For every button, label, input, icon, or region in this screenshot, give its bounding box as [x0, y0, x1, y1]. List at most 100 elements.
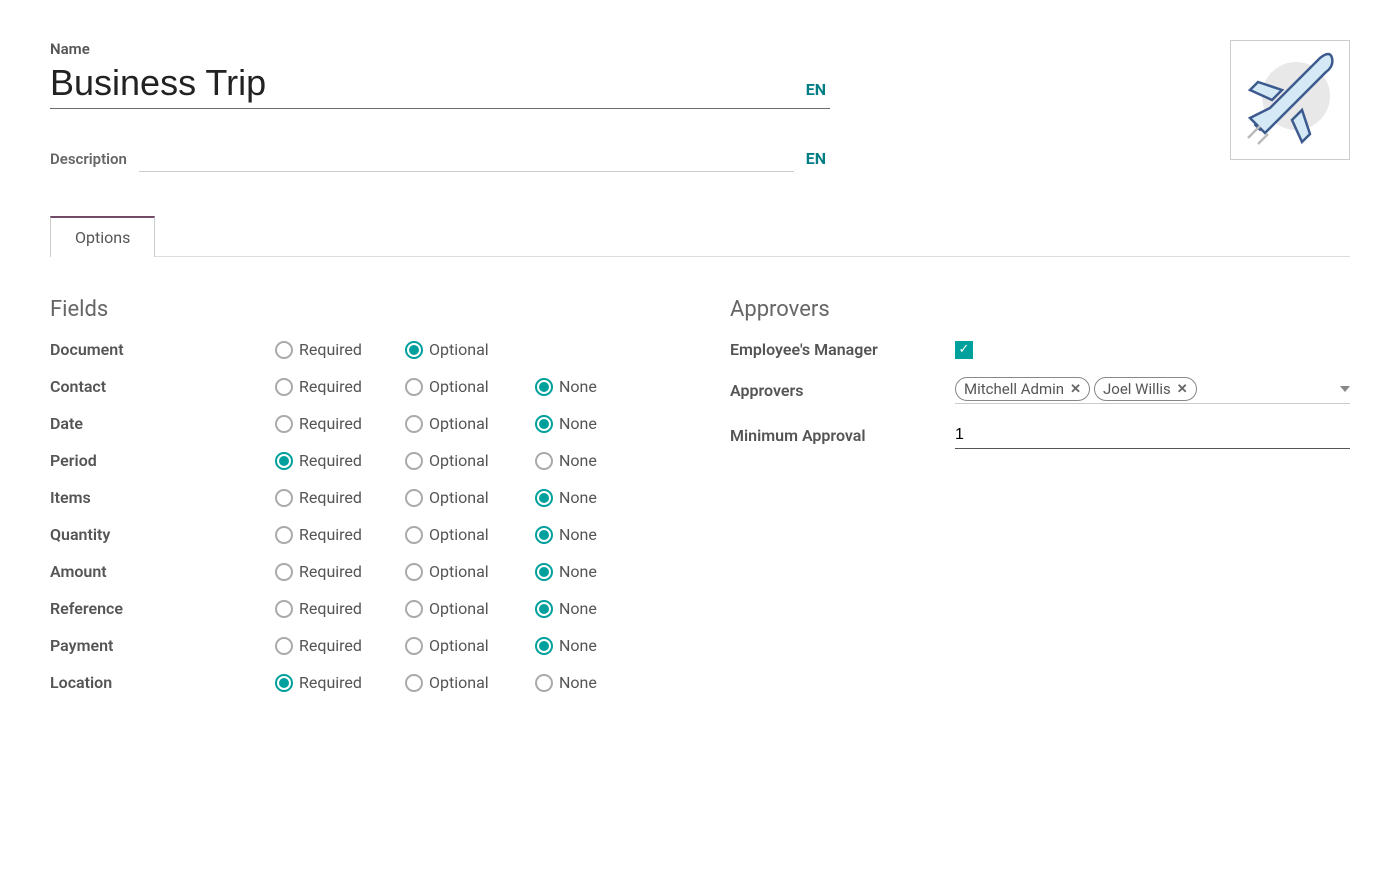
tabs: Options	[50, 216, 1350, 257]
radio-required[interactable]: Required	[275, 340, 395, 359]
radio-circle-icon	[405, 563, 423, 581]
radio-label: Required	[299, 525, 362, 544]
radio-required[interactable]: Required	[275, 525, 395, 544]
radio-circle-icon	[535, 674, 553, 692]
field-row: PeriodRequiredOptionalNone	[50, 451, 670, 470]
description-input[interactable]	[139, 149, 794, 172]
radio-circle-icon	[405, 637, 423, 655]
radio-label: None	[559, 562, 597, 581]
radio-circle-icon	[535, 452, 553, 470]
radio-circle-icon	[535, 378, 553, 396]
radio-required[interactable]: Required	[275, 488, 395, 507]
radio-circle-icon	[275, 452, 293, 470]
field-row: Contact Required Optional None	[50, 377, 670, 396]
approvers-input[interactable]: Mitchell Admin✕Joel Willis✕	[955, 377, 1350, 404]
name-label: Name	[50, 40, 830, 58]
radio-optional[interactable]: Optional	[405, 525, 525, 544]
remove-tag-icon[interactable]: ✕	[1070, 382, 1081, 397]
radio-optional[interactable]: Optional	[405, 451, 525, 470]
radio-required[interactable]: Required	[275, 562, 395, 581]
radio-optional[interactable]: Optional	[405, 636, 525, 655]
radio-optional[interactable]: Optional	[405, 340, 525, 359]
radio-required[interactable]: Required	[275, 673, 395, 692]
radio-label: Required	[299, 562, 362, 581]
radio-none[interactable]: None	[535, 377, 630, 396]
field-label: Payment	[50, 636, 275, 655]
radio-label: Optional	[429, 377, 489, 396]
field-row: QuantityRequiredOptionalNone	[50, 525, 670, 544]
radio-label: None	[559, 377, 597, 396]
name-input[interactable]	[50, 62, 806, 104]
approvers-label: Approvers	[730, 381, 955, 400]
radio-required[interactable]: Required	[275, 414, 395, 433]
image-upload[interactable]	[1230, 40, 1350, 160]
description-lang-button[interactable]: EN	[806, 149, 830, 168]
radio-circle-icon	[535, 600, 553, 618]
radio-circle-icon	[535, 563, 553, 581]
radio-label: Required	[299, 488, 362, 507]
radio-required[interactable]: Required	[275, 599, 395, 618]
field-label: Location	[50, 673, 275, 692]
radio-circle-icon	[405, 452, 423, 470]
field-label: Reference	[50, 599, 275, 618]
radio-none[interactable]: None	[535, 525, 630, 544]
field-label: Contact	[50, 377, 275, 396]
radio-label: Required	[299, 636, 362, 655]
radio-circle-icon	[405, 341, 423, 359]
field-row: Payment Required Optional None	[50, 636, 670, 655]
field-label: Date	[50, 414, 275, 433]
radio-none[interactable]: None	[535, 488, 630, 507]
approvers-dropdown-icon[interactable]	[1340, 386, 1350, 392]
radio-required[interactable]: Required	[275, 377, 395, 396]
radio-circle-icon	[275, 526, 293, 544]
radio-circle-icon	[535, 526, 553, 544]
field-row: Amount Required Optional None	[50, 562, 670, 581]
radio-circle-icon	[405, 674, 423, 692]
radio-circle-icon	[405, 378, 423, 396]
field-row: DocumentRequiredOptional	[50, 340, 670, 359]
radio-optional[interactable]: Optional	[405, 562, 525, 581]
field-row: DateRequired Optional None	[50, 414, 670, 433]
radio-optional[interactable]: Optional	[405, 599, 525, 618]
radio-label: None	[559, 599, 597, 618]
radio-none[interactable]: None	[535, 451, 630, 470]
radio-none[interactable]: None	[535, 636, 630, 655]
radio-label: Optional	[429, 636, 489, 655]
radio-label: Required	[299, 377, 362, 396]
radio-circle-icon	[275, 674, 293, 692]
field-row: ItemsRequiredOptionalNone	[50, 488, 670, 507]
minimum-approval-label: Minimum Approval	[730, 426, 955, 445]
radio-required[interactable]: Required	[275, 636, 395, 655]
radio-none[interactable]: None	[535, 599, 630, 618]
radio-none[interactable]: None	[535, 673, 630, 692]
radio-circle-icon	[275, 489, 293, 507]
radio-optional[interactable]: Optional	[405, 488, 525, 507]
radio-label: Optional	[429, 599, 489, 618]
field-row: Reference Required Optional None	[50, 599, 670, 618]
approvers-title: Approvers	[730, 297, 1350, 322]
remove-tag-icon[interactable]: ✕	[1177, 382, 1188, 397]
radio-label: None	[559, 525, 597, 544]
radio-label: Required	[299, 599, 362, 618]
employees-manager-checkbox[interactable]: ✓	[955, 341, 973, 359]
field-label: Amount	[50, 562, 275, 581]
employees-manager-label: Employee's Manager	[730, 340, 955, 359]
fields-column: Fields DocumentRequiredOptionalContactRe…	[50, 297, 670, 710]
radio-none[interactable]: None	[535, 562, 630, 581]
radio-label: Required	[299, 340, 362, 359]
tab-options[interactable]: Options	[50, 216, 155, 257]
radio-circle-icon	[405, 526, 423, 544]
radio-circle-icon	[405, 600, 423, 618]
approver-tag-text: Mitchell Admin	[964, 380, 1064, 398]
radio-label: None	[559, 451, 597, 470]
name-lang-button[interactable]: EN	[806, 80, 830, 99]
radio-optional[interactable]: Optional	[405, 414, 525, 433]
description-label: Description	[50, 150, 127, 168]
approver-tag: Joel Willis✕	[1094, 377, 1197, 401]
radio-optional[interactable]: Optional	[405, 673, 525, 692]
radio-required[interactable]: Required	[275, 451, 395, 470]
minimum-approval-input[interactable]	[955, 422, 1350, 449]
radio-optional[interactable]: Optional	[405, 377, 525, 396]
radio-label: None	[559, 636, 597, 655]
radio-none[interactable]: None	[535, 414, 630, 433]
